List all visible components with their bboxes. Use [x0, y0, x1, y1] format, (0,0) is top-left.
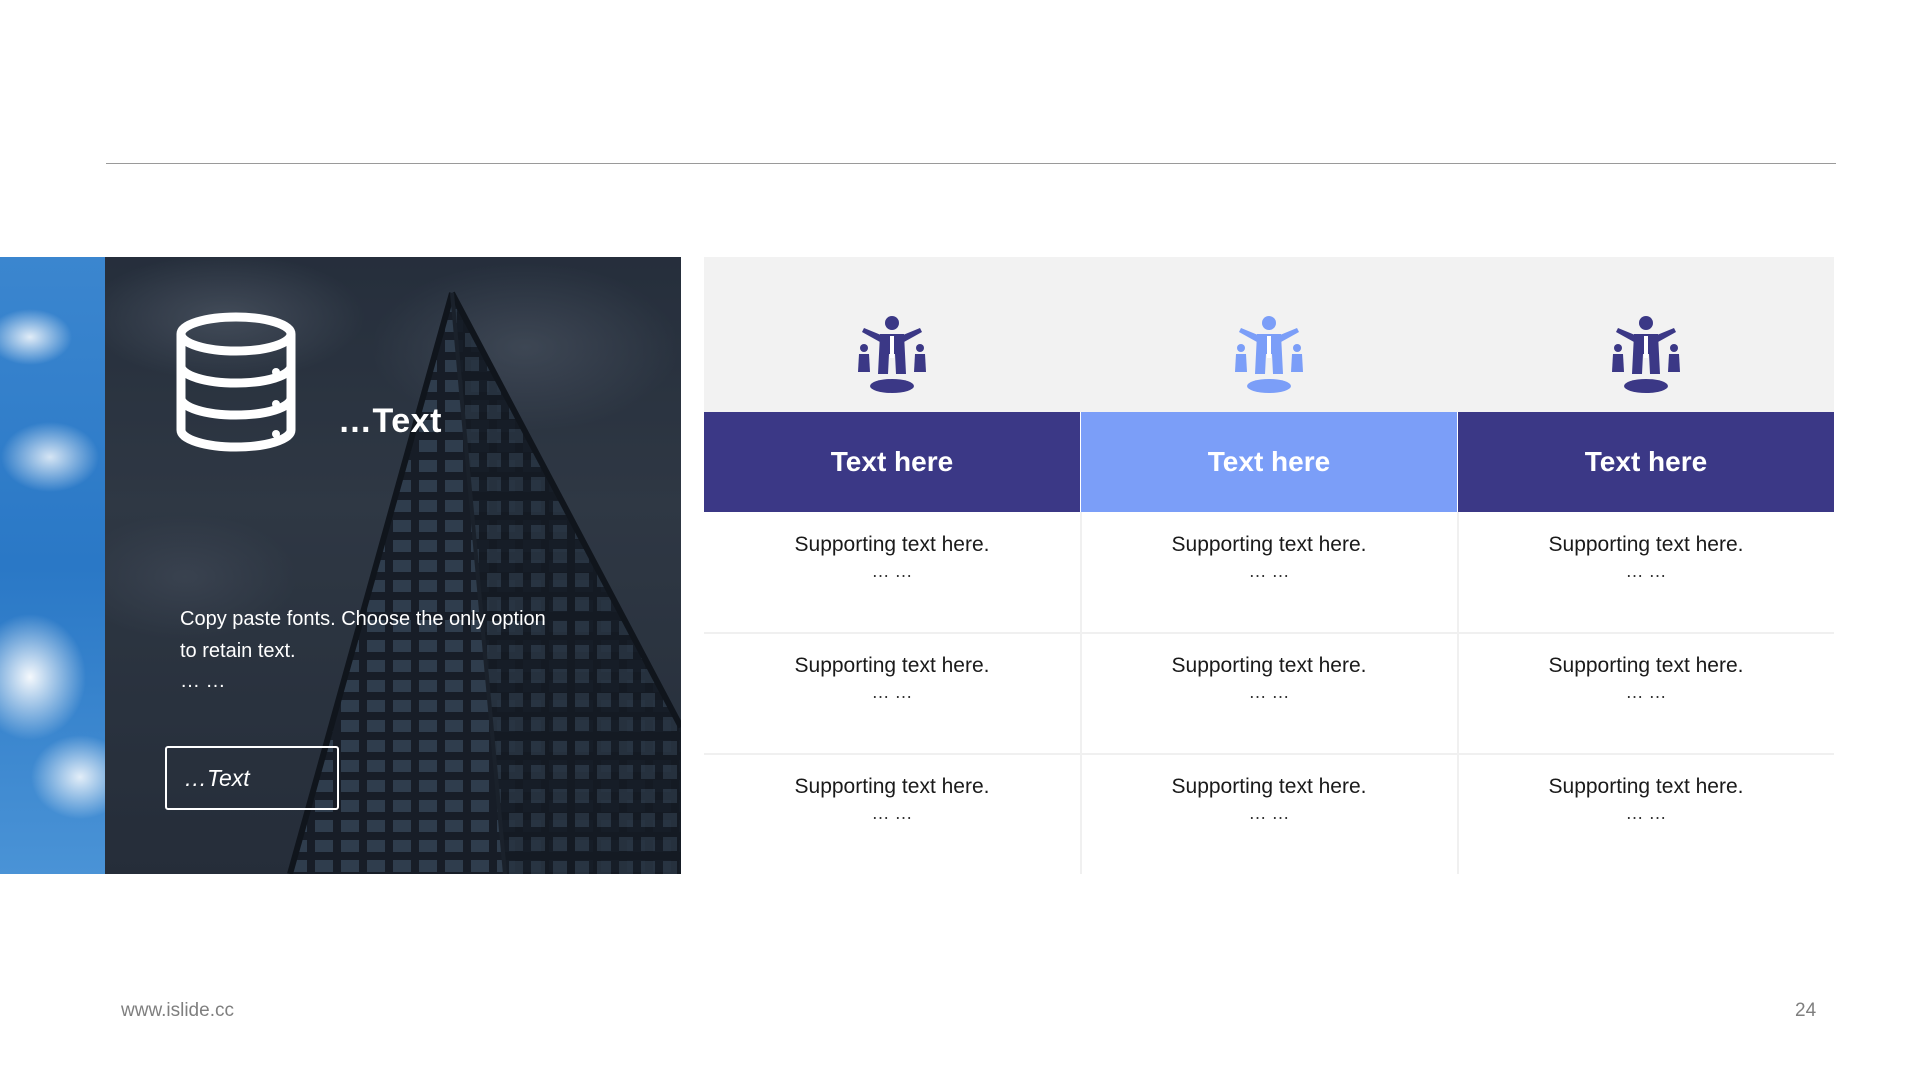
cell-ellipsis: … …	[1248, 682, 1290, 702]
table-cell: Supporting text here. … …	[1081, 512, 1457, 632]
column-header: Text here	[704, 412, 1080, 512]
cell-ellipsis: … …	[871, 803, 913, 823]
column-divider	[1457, 512, 1459, 874]
cell-ellipsis: … …	[1248, 803, 1290, 823]
table-column: Text here Supporting text here. … … Supp…	[1081, 257, 1457, 874]
table-cell: Supporting text here. … …	[704, 512, 1080, 632]
row-divider	[704, 753, 1834, 755]
footer-url: www.islide.cc	[121, 1000, 234, 1021]
row-divider	[704, 632, 1834, 634]
cell-ellipsis: … …	[1625, 803, 1667, 823]
table-column: Text here Supporting text here. … … Supp…	[1458, 257, 1834, 874]
table-cell: Supporting text here. … …	[704, 633, 1080, 753]
leader-with-team-icon	[1612, 316, 1680, 393]
column-header: Text here	[1081, 412, 1457, 512]
cell-ellipsis: … …	[1625, 682, 1667, 702]
cell-text: Supporting text here.	[1548, 775, 1744, 798]
cell-ellipsis: … …	[871, 561, 913, 581]
panel-description: Copy paste fonts. Choose the only option…	[180, 608, 546, 662]
comparison-table: Text here Supporting text here. … … Supp…	[704, 257, 1834, 874]
cell-text: Supporting text here.	[1548, 654, 1744, 677]
leader-with-team-icon	[858, 316, 926, 393]
panel-button-label: …Text	[184, 764, 250, 791]
cell-text: Supporting text here.	[794, 533, 990, 556]
page-number: 24	[1795, 1000, 1817, 1021]
panel-title: …Text	[338, 402, 442, 440]
cell-text: Supporting text here.	[1171, 775, 1367, 798]
column-header: Text here	[1458, 412, 1834, 512]
cell-ellipsis: … …	[1625, 561, 1667, 581]
panel-ellipsis: … …	[180, 670, 226, 692]
cell-text: Supporting text here.	[1171, 654, 1367, 677]
cell-ellipsis: … …	[871, 682, 913, 702]
cell-text: Supporting text here.	[1548, 533, 1744, 556]
table-column: Text here Supporting text here. … … Supp…	[704, 257, 1080, 874]
table-cell: Supporting text here. … …	[704, 754, 1080, 874]
cell-ellipsis: … …	[1248, 561, 1290, 581]
cell-text: Supporting text here.	[794, 654, 990, 677]
table-cell: Supporting text here. … …	[1081, 633, 1457, 753]
photo-panel: …Text Copy paste fonts. Choose the only …	[0, 257, 681, 874]
table-cell: Supporting text here. … …	[1458, 512, 1834, 632]
cell-text: Supporting text here.	[794, 775, 990, 798]
table-cell: Supporting text here. … …	[1081, 754, 1457, 874]
column-divider	[1080, 512, 1082, 874]
header-divider	[106, 163, 1836, 164]
cell-text: Supporting text here.	[1171, 533, 1367, 556]
leader-with-team-icon	[1235, 316, 1303, 393]
table-cell: Supporting text here. … …	[1458, 754, 1834, 874]
database-icon	[176, 312, 296, 452]
table-cell: Supporting text here. … …	[1458, 633, 1834, 753]
panel-text-button[interactable]: …Text	[165, 746, 339, 810]
building-illustration	[105, 257, 681, 874]
